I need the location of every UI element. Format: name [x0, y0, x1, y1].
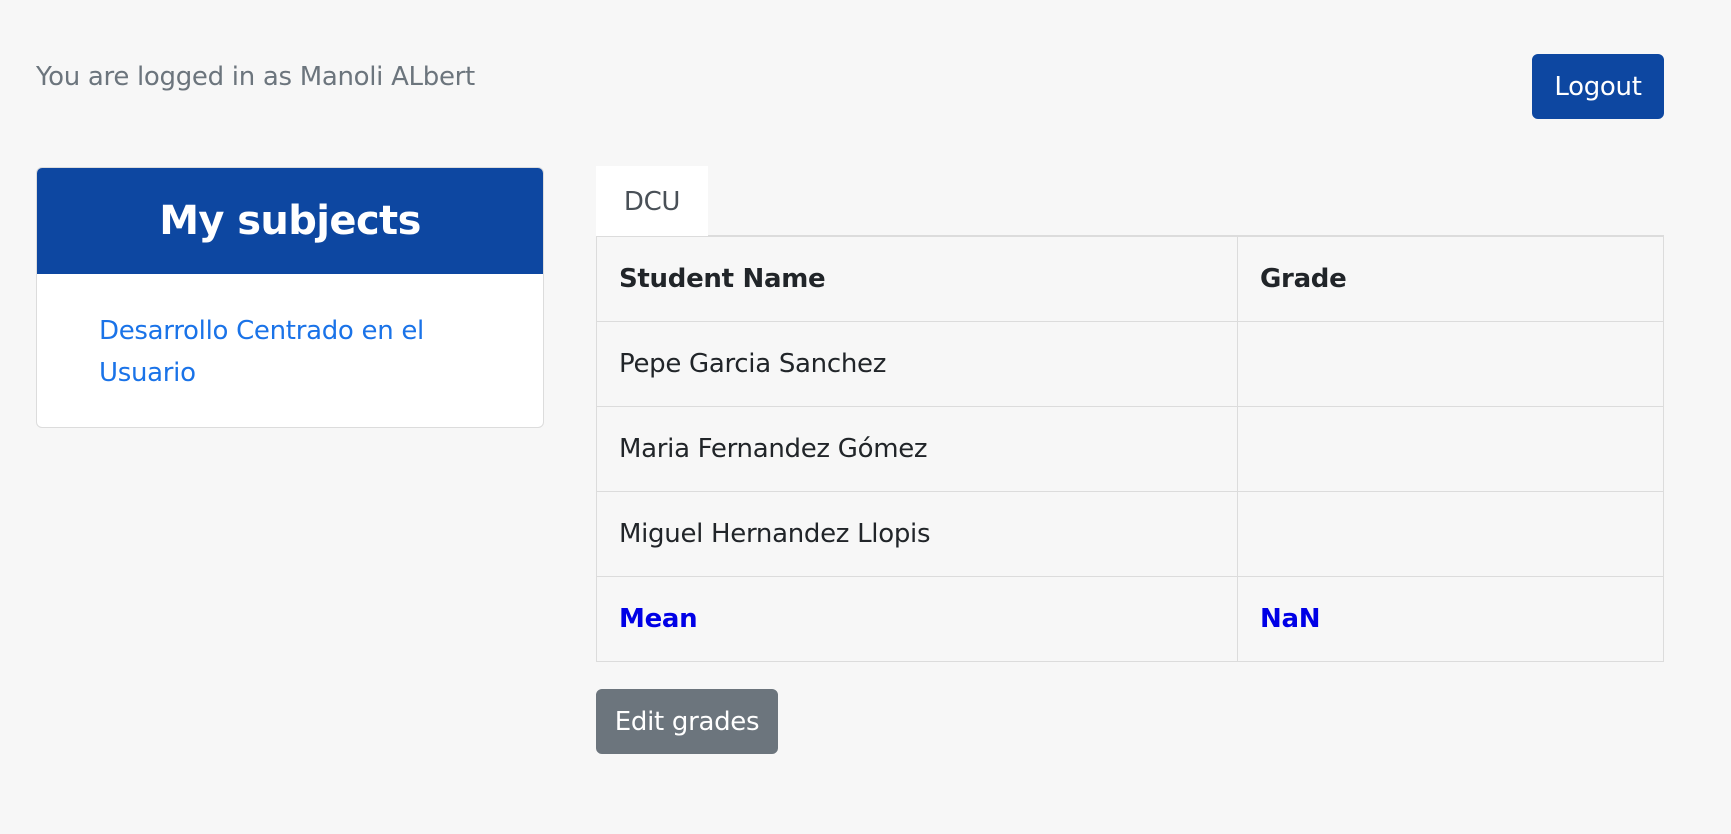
table-row: Pepe Garcia Sanchez — [596, 321, 1664, 407]
mean-label: Mean — [596, 576, 1238, 662]
tab-dcu[interactable]: DCU — [596, 166, 708, 237]
grades-table: Student Name Grade Pepe Garcia Sanchez M… — [596, 236, 1664, 662]
table-header-row: Student Name Grade — [596, 236, 1664, 322]
subject-link[interactable]: Desarrollo Centrado en el Usuario — [99, 310, 503, 394]
table-row: Miguel Hernandez Llopis — [596, 491, 1664, 577]
column-header-grade: Grade — [1237, 236, 1664, 322]
login-status: You are logged in as Manoli ALbert — [36, 62, 475, 92]
student-name-cell: Miguel Hernandez Llopis — [596, 491, 1238, 577]
edit-grades-button[interactable]: Edit grades — [596, 689, 778, 754]
subjects-card-title: My subjects — [159, 198, 421, 244]
subject-tabs: DCU — [596, 166, 1664, 237]
logout-button[interactable]: Logout — [1532, 54, 1664, 119]
subjects-list: Desarrollo Centrado en el Usuario — [37, 274, 543, 394]
student-name-cell: Maria Fernandez Gómez — [596, 406, 1238, 492]
mean-row: Mean NaN — [596, 576, 1664, 662]
subjects-card: My subjects Desarrollo Centrado en el Us… — [36, 167, 544, 428]
table-row: Maria Fernandez Gómez — [596, 406, 1664, 492]
grade-cell — [1237, 406, 1664, 492]
grade-cell — [1237, 321, 1664, 407]
subjects-card-header: My subjects — [37, 168, 543, 274]
mean-value: NaN — [1237, 576, 1664, 662]
student-name-cell: Pepe Garcia Sanchez — [596, 321, 1238, 407]
grade-cell — [1237, 491, 1664, 577]
column-header-student-name: Student Name — [596, 236, 1238, 322]
list-item: Desarrollo Centrado en el Usuario — [99, 310, 503, 394]
